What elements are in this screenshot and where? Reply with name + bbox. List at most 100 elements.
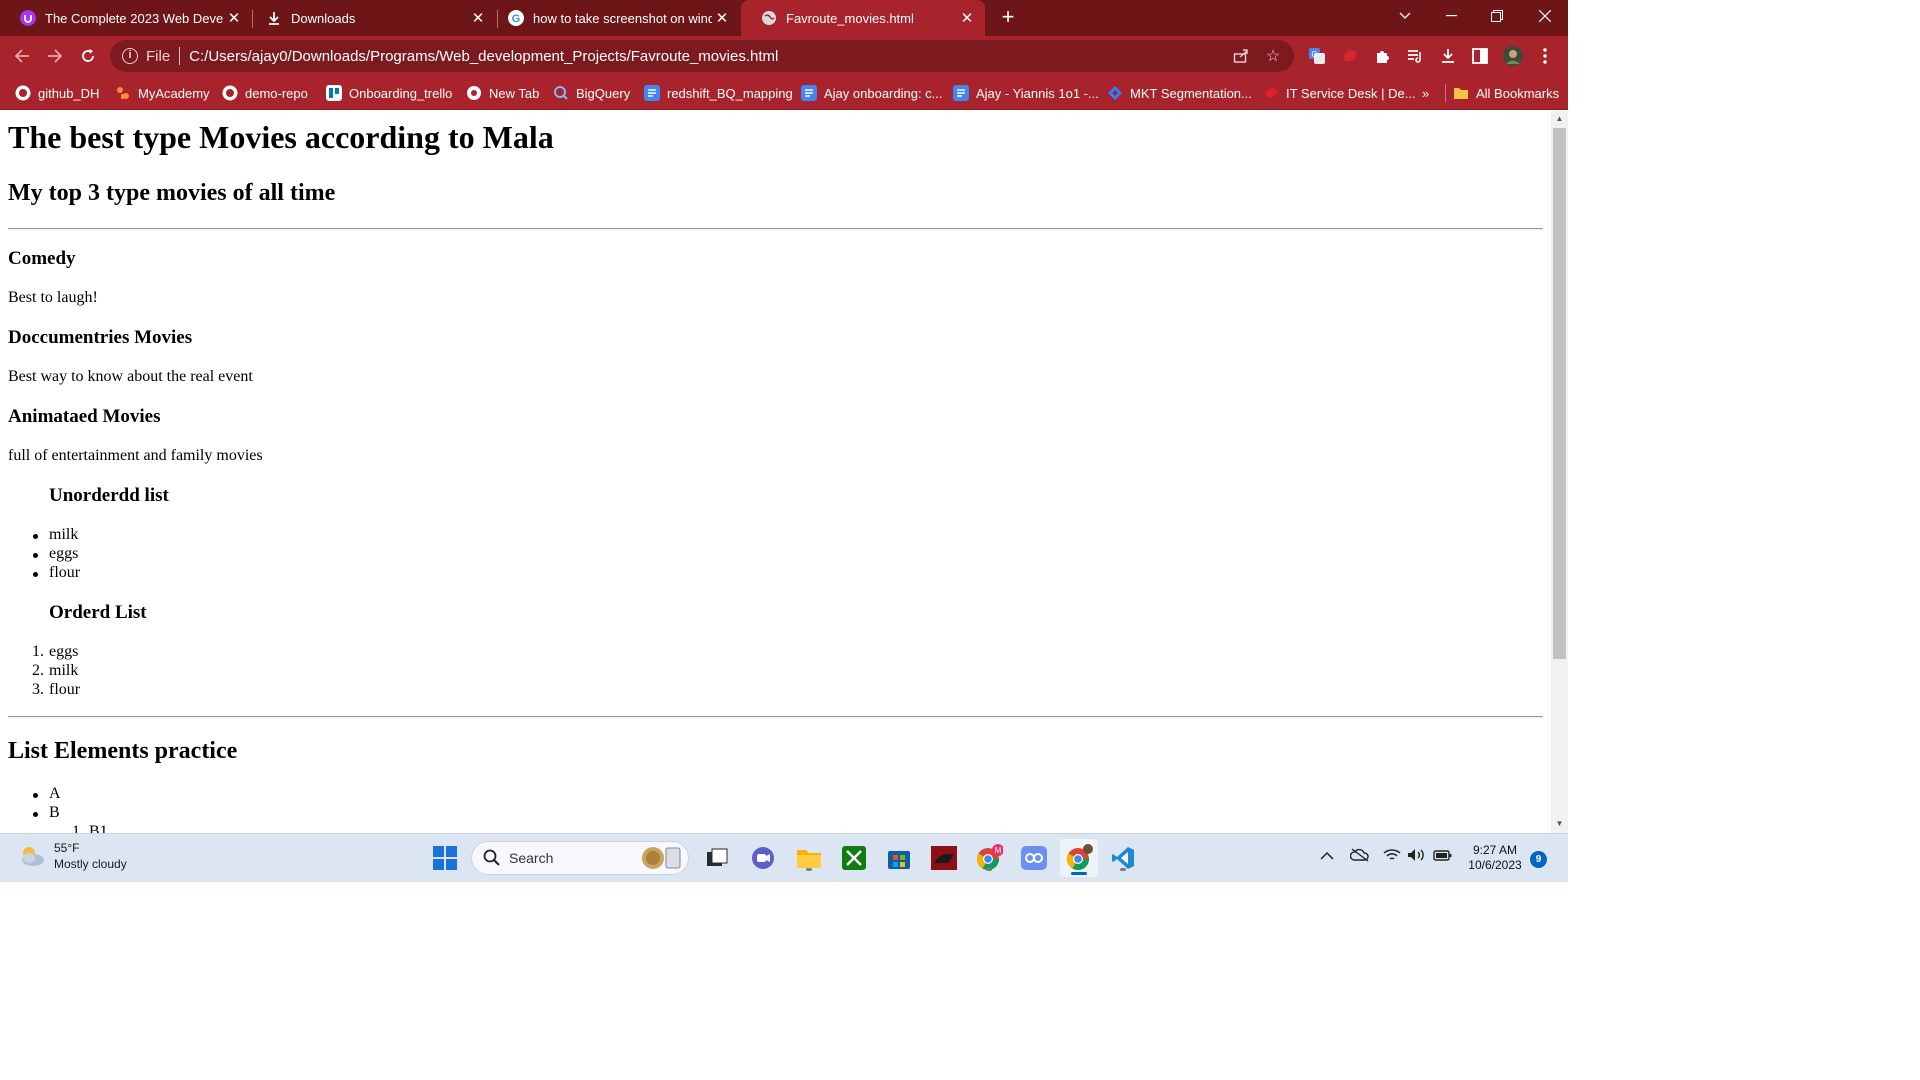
clock-time: 9:27 AM [1472, 843, 1518, 857]
close-icon[interactable]: ✕ [957, 9, 977, 27]
store-icon [888, 851, 910, 869]
weather-widget[interactable]: 55°F Mostly cloudy [18, 840, 127, 872]
list-item: B [49, 804, 60, 821]
chrome-profile-button[interactable]: M [974, 843, 1004, 873]
dark-app-icon [931, 846, 957, 870]
file-explorer-button[interactable] [794, 843, 824, 873]
bigquery-icon [553, 85, 569, 101]
close-window-button[interactable] [1522, 0, 1568, 32]
clock[interactable]: 9:27 AM 10/6/2023 [1460, 843, 1530, 873]
bullet [33, 793, 38, 798]
weather-description: Mostly cloudy [54, 857, 127, 871]
microsoft-store-button[interactable] [884, 843, 914, 873]
minimize-button[interactable] [1428, 0, 1474, 32]
scroll-up-arrow-icon[interactable]: ▲ [1551, 111, 1568, 127]
extensions-icon[interactable] [1370, 44, 1394, 68]
side-panel-icon[interactable] [1468, 44, 1492, 68]
bookmark-ajay-yiannis[interactable]: Ajay - Yiannis 1o1 -... [953, 82, 1099, 104]
share-icon[interactable] [1230, 45, 1252, 67]
url-text[interactable]: C:/Users/ajay0/Downloads/Programs/Web_de… [189, 48, 1230, 65]
xbox-button[interactable] [839, 843, 869, 873]
profile-avatar[interactable] [1501, 44, 1525, 68]
bookmark-onboarding-trello[interactable]: Onboarding_trello [326, 82, 452, 104]
new-tab-button[interactable]: + [996, 4, 1020, 30]
menu-icon[interactable] [1533, 44, 1557, 68]
bookmark-mkt-segmentation[interactable]: MKT Segmentation... [1107, 82, 1252, 104]
list-item: milk [49, 662, 79, 679]
app-button[interactable] [1019, 843, 1049, 873]
restore-button[interactable] [1474, 0, 1520, 32]
start-button[interactable] [430, 843, 460, 873]
bookmarks-overflow-button[interactable]: » [1422, 82, 1429, 104]
bookmark-github-dh[interactable]: github_DH [15, 82, 99, 104]
close-icon[interactable]: ✕ [712, 9, 732, 27]
back-button[interactable] [9, 43, 35, 69]
bookmark-myacademy[interactable]: MyAcademy [115, 82, 210, 104]
search-placeholder: Search [509, 850, 554, 866]
tab-title: how to take screenshot on wind [533, 10, 712, 26]
service-desk-icon [1263, 85, 1279, 101]
chat-icon [752, 847, 774, 869]
notification-badge[interactable]: 9 [1530, 851, 1547, 868]
active-indicator [1071, 872, 1087, 875]
chrome-active-button[interactable] [1060, 839, 1098, 877]
list-item: B1 [89, 823, 108, 833]
lastpass-icon[interactable] [1338, 44, 1362, 68]
reading-list-icon[interactable] [1403, 44, 1427, 68]
info-icon[interactable]: i [122, 48, 138, 64]
unordered-list-heading: Unorderdd list [49, 485, 169, 506]
close-icon[interactable]: ✕ [224, 9, 244, 27]
tab-favroute-movies[interactable]: Favroute_movies.html ✕ [741, 0, 985, 36]
volume-icon[interactable] [1407, 848, 1427, 865]
bookmark-it-service-desk[interactable]: IT Service Desk | De... [1263, 82, 1416, 104]
chrome-icon [466, 85, 482, 101]
vscode-icon [1112, 847, 1134, 869]
show-hidden-icons[interactable] [1320, 848, 1334, 864]
tab-search-icon[interactable] [1382, 0, 1428, 32]
xbox-icon [842, 846, 866, 870]
list-item: flour [49, 681, 81, 698]
weather-text: 55°F Mostly cloudy [54, 840, 127, 872]
folder-icon [1453, 85, 1469, 101]
horizontal-rule [8, 228, 1543, 230]
google-translate-icon[interactable]: G [1305, 44, 1329, 68]
vscode-button[interactable] [1108, 843, 1138, 873]
bookmark-demo-repo[interactable]: demo-repo [222, 82, 308, 104]
running-indicator [986, 868, 992, 871]
docs-icon [801, 85, 817, 101]
star-icon[interactable]: ☆ [1262, 45, 1284, 67]
scroll-down-arrow-icon[interactable]: ▼ [1551, 816, 1568, 832]
downloads-icon[interactable] [1436, 44, 1460, 68]
all-bookmarks-button[interactable]: All Bookmarks [1453, 82, 1559, 104]
bookmark-bigquery[interactable]: BigQuery [553, 82, 630, 104]
teams-chat-button[interactable] [748, 843, 778, 873]
download-icon [266, 10, 282, 26]
task-view-button[interactable] [702, 843, 732, 873]
browser-toolbar: i File C:/Users/ajay0/Downloads/Programs… [0, 36, 1568, 76]
close-icon[interactable]: ✕ [468, 9, 488, 27]
address-bar[interactable]: i File C:/Users/ajay0/Downloads/Programs… [110, 40, 1294, 72]
chrome-icon [1067, 844, 1093, 870]
bookmark-redshift-bq-mapping[interactable]: redshift_BQ_mapping [644, 82, 793, 104]
list-number: 3. [32, 681, 44, 698]
section-heading: Animataed Movies [8, 406, 161, 427]
reload-button[interactable] [75, 43, 101, 69]
jira-icon [1107, 85, 1123, 101]
vertical-scrollbar[interactable]: ▲ ▼ [1551, 111, 1568, 833]
forward-button[interactable] [42, 43, 68, 69]
bookmark-label: Ajay onboarding: c... [824, 85, 943, 101]
scrollbar-thumb[interactable] [1553, 128, 1566, 659]
onedrive-icon[interactable] [1349, 848, 1370, 865]
bookmark-new-tab[interactable]: New Tab [466, 82, 539, 104]
list-item: eggs [49, 643, 79, 660]
tab-downloads[interactable]: Downloads ✕ [246, 0, 496, 36]
tab-google-search[interactable]: G how to take screenshot on wind ✕ [488, 0, 740, 36]
app-button[interactable] [929, 843, 959, 873]
tab-udemy[interactable]: The Complete 2023 Web Develo ✕ [0, 0, 252, 36]
tab-title: Downloads [291, 10, 356, 26]
battery-icon[interactable] [1433, 848, 1453, 865]
bookmark-ajay-onboarding[interactable]: Ajay onboarding: c... [801, 82, 943, 104]
taskbar-search[interactable]: Search [471, 841, 689, 875]
globe-icon [761, 10, 777, 26]
wifi-icon[interactable] [1383, 848, 1401, 865]
